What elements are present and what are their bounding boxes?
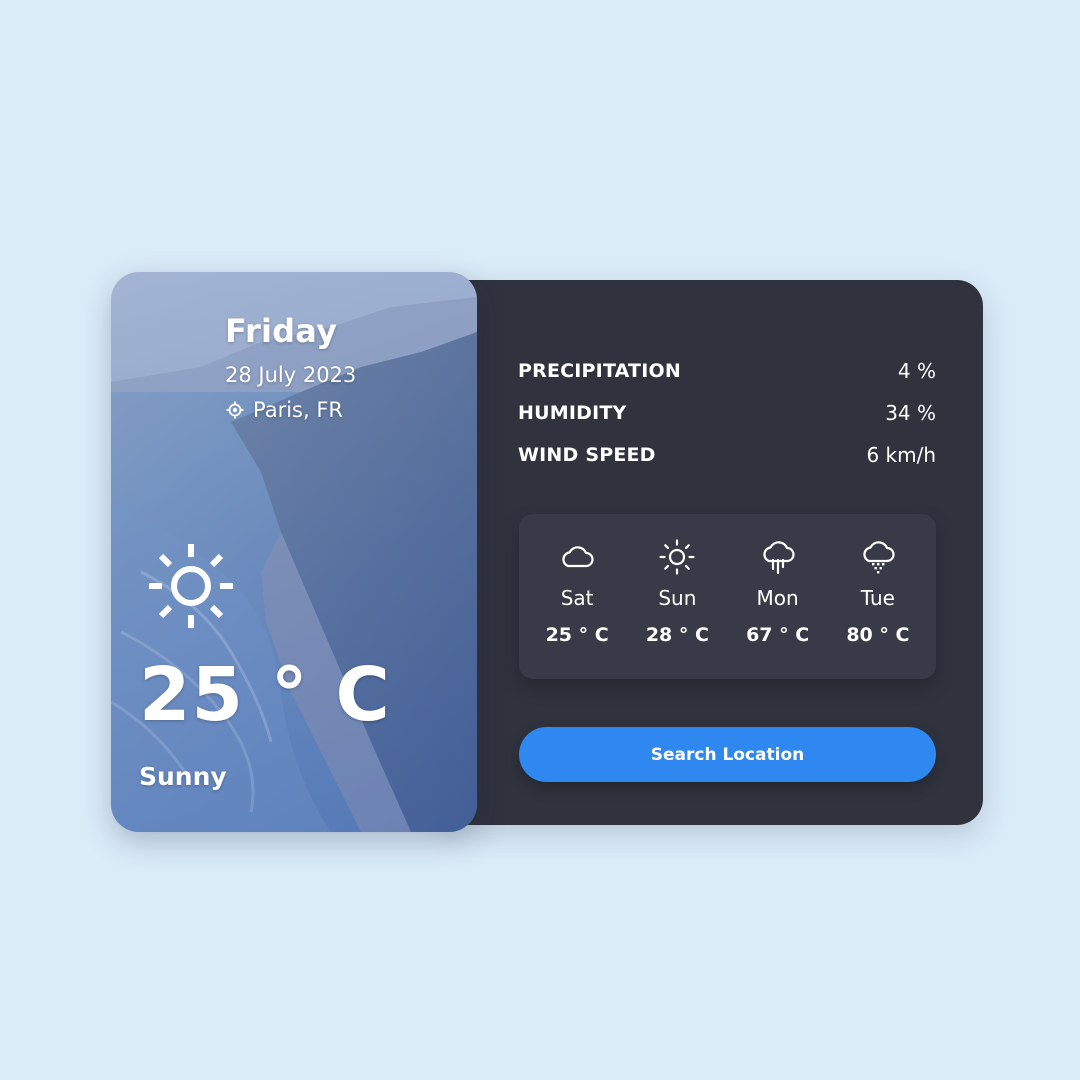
forecast-temp: 28 ° C (645, 624, 709, 646)
forecast-day-label: Sat (560, 586, 594, 610)
stat-value: 4 % (897, 359, 936, 383)
cloud-icon (562, 546, 594, 568)
location-target-icon (226, 401, 244, 419)
current-location: Paris, FR (225, 398, 343, 422)
sun-icon (149, 544, 233, 628)
forecast-panel: Sat 25 ° C Sun 28 ° C Mon 67 ° C Tue 80 … (519, 514, 936, 679)
stat-precipitation: PRECIPITATION 4 % (518, 350, 936, 392)
forecast-temp: 67 ° C (746, 624, 810, 646)
weather-app: Friday 28 July 2023 Paris, FR 25 ° C Sun… (0, 0, 1080, 1080)
current-date: 28 July 2023 (225, 363, 357, 387)
location-label: Paris, FR (253, 398, 344, 422)
current-temperature: 25 ° C (139, 652, 391, 738)
forecast-day-label: Tue (860, 586, 895, 610)
forecast-day-sat[interactable]: Sat 25 ° C (529, 514, 625, 646)
forecast-day-sun[interactable]: Sun 28 ° C (629, 514, 725, 646)
forecast-day-tue[interactable]: Tue 80 ° C (830, 514, 926, 646)
forecast-day-label: Sun (658, 586, 697, 610)
stat-label: PRECIPITATION (518, 360, 681, 382)
rain-cloud-icon (762, 541, 795, 575)
stat-label: HUMIDITY (518, 402, 627, 424)
search-location-button[interactable]: Search Location (519, 727, 936, 782)
forecast-day-mon[interactable]: Mon 67 ° C (730, 514, 826, 646)
drizzle-cloud-icon (863, 541, 895, 574)
forecast-temp: 80 ° C (846, 624, 910, 646)
current-day: Friday (225, 312, 338, 350)
current-condition: Sunny (139, 762, 227, 791)
sun-icon (659, 539, 695, 575)
weather-stats: PRECIPITATION 4 % HUMIDITY 34 % WIND SPE… (518, 350, 936, 476)
stat-humidity: HUMIDITY 34 % (518, 392, 936, 434)
stat-value: 34 % (885, 401, 936, 425)
forecast-temp: 25 ° C (545, 624, 609, 646)
forecast-day-label: Mon (756, 586, 799, 610)
stat-value: 6 km/h (866, 443, 936, 467)
stat-label: WIND SPEED (518, 444, 656, 466)
current-weather-card: Friday 28 July 2023 Paris, FR 25 ° C Sun… (111, 272, 477, 832)
stat-wind-speed: WIND SPEED 6 km/h (518, 434, 936, 476)
